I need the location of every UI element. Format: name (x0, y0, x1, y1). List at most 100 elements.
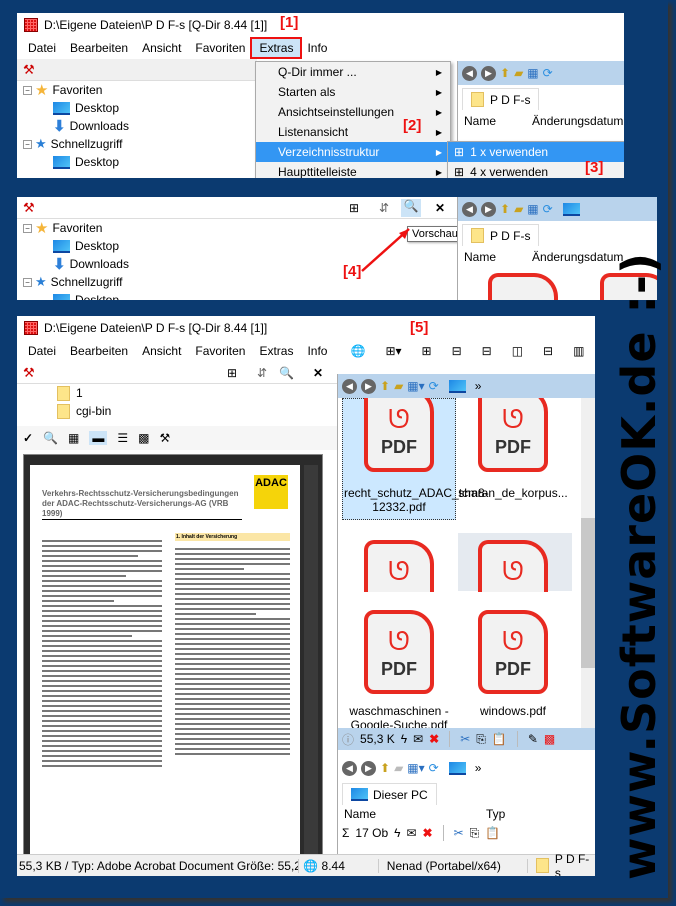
layout-4-icon[interactable]: ⊞ (415, 342, 439, 360)
new-folder-icon[interactable]: ▰ (514, 66, 523, 80)
forward-icon[interactable]: ▶ (361, 760, 376, 776)
desktop-icon[interactable] (448, 379, 466, 393)
hammer-icon[interactable]: ⚒ (23, 365, 35, 381)
file-name[interactable]: recht_schutz_ADAC_tcm8-12332.pdf (344, 486, 489, 514)
tab-pdf-s[interactable]: P D F-s (462, 88, 540, 110)
menu-ansicht[interactable]: Ansicht (135, 342, 188, 360)
col-name[interactable]: Name (458, 114, 496, 128)
cut-icon[interactable]: ✂ (454, 826, 464, 840)
tree-item-desktop-2[interactable]: Desktop (75, 155, 119, 169)
menu-extras[interactable]: Extras (250, 37, 303, 59)
view-icon[interactable]: ▦▾ (407, 379, 424, 393)
collapse-icon[interactable]: − (23, 277, 32, 287)
tab-dieser-pc[interactable]: Dieser PC (342, 783, 437, 805)
file-scrollbar[interactable] (581, 398, 595, 728)
sync-icon[interactable]: ⇵ (257, 366, 267, 380)
up-folder-icon[interactable]: ⬆ (380, 761, 390, 775)
pdf-file-icon[interactable]: ᘎ (478, 540, 548, 592)
info-icon[interactable]: ⓘ (342, 731, 354, 748)
more-icon[interactable]: » (475, 379, 482, 393)
paste-icon[interactable]: 📋 (492, 732, 507, 746)
mail-icon[interactable]: ✉ (413, 732, 423, 746)
desktop-icon[interactable] (448, 761, 466, 775)
back-icon[interactable]: ◀ (342, 378, 357, 394)
menu-info[interactable]: Info (300, 342, 334, 360)
mail-icon[interactable]: ✉ (406, 826, 416, 840)
layout-dropdown-icon[interactable]: ⊞▾ (378, 342, 408, 360)
menu-item-verzeichnisstruktur[interactable]: Verzeichnisstruktur ▶ (256, 142, 450, 162)
view-icon[interactable]: ▦ (527, 202, 538, 216)
layout-3b-icon[interactable]: ⊟ (475, 342, 499, 360)
flash-icon[interactable]: ϟ (401, 732, 407, 746)
rename-icon[interactable]: ✎ (528, 732, 538, 746)
close-icon[interactable]: ✕ (313, 366, 323, 380)
tab-pdf-s[interactable]: P D F-s (462, 224, 540, 246)
refresh-icon[interactable]: ⟳ (429, 761, 439, 775)
delete-icon[interactable]: ✖ (429, 732, 439, 746)
up-folder-icon[interactable]: ⬆ (380, 379, 390, 393)
tree-item-schnellzugriff[interactable]: Schnellzugriff (51, 275, 123, 289)
menu-favoriten[interactable]: Favoriten (188, 39, 252, 57)
pdf-file-icon[interactable]: ᘎ PDF (364, 398, 434, 472)
tree-item-favoriten[interactable]: Favoriten (52, 221, 102, 235)
tree-item-cgi-bin[interactable]: cgi-bin (76, 404, 111, 418)
col-typ[interactable]: Typ (376, 807, 505, 821)
collapse-icon[interactable]: − (23, 85, 32, 95)
new-folder-icon[interactable]: ▰ (394, 761, 403, 775)
file-name[interactable]: windows.pdf (458, 704, 568, 718)
col-name[interactable]: Name (458, 250, 496, 264)
col-name[interactable]: Name (338, 807, 376, 821)
view-icon[interactable]: ▦ (527, 66, 538, 80)
refresh-icon[interactable]: ⟳ (543, 202, 553, 216)
collapse-icon[interactable]: − (23, 139, 32, 149)
preview-toggle-icon[interactable]: 🔍 (401, 198, 421, 217)
file-name[interactable]: sharan_de_korpus... (458, 486, 568, 500)
cut-icon[interactable]: ✂ (460, 732, 470, 746)
hammer-icon[interactable]: ⚒ (23, 62, 35, 78)
paste-icon[interactable]: 📋 (485, 826, 500, 840)
pdf-file-icon[interactable]: ᘎ PDF (478, 610, 548, 694)
grid-icon[interactable]: ▩ (544, 732, 555, 746)
zoom-icon[interactable]: 🔍 (43, 431, 58, 445)
video-icon[interactable]: ▦ (68, 431, 79, 445)
delete-icon[interactable]: ✖ (423, 826, 433, 840)
preview-toggle-icon[interactable]: 🔍 (279, 366, 294, 380)
details-icon[interactable]: ☰ (117, 431, 128, 445)
file-name[interactable]: waschmaschinen - Google-Suche.pdf (344, 704, 454, 728)
back-icon[interactable]: ◀ (342, 760, 357, 776)
menu-item-haupttitelleiste[interactable]: Haupttitelleiste ▶ (256, 162, 450, 178)
tree-item-favoriten[interactable]: Favoriten (52, 83, 102, 97)
tree-item-1[interactable]: 1 (76, 386, 83, 400)
preview-scrollbar[interactable] (304, 465, 318, 860)
forward-icon[interactable]: ▶ (481, 65, 496, 81)
view-icon[interactable]: ▦▾ (407, 761, 424, 775)
layout-2h-icon[interactable]: ⊟ (536, 342, 560, 360)
menu-bearbeiten[interactable]: Bearbeiten (63, 39, 135, 57)
layout-icon[interactable]: ⊞ (227, 366, 237, 380)
tools-icon[interactable]: ⚒ (159, 431, 170, 445)
copy-icon[interactable]: ⎘ (470, 826, 480, 841)
check-icon[interactable]: ✓ (23, 431, 33, 445)
layout-3-icon[interactable]: ⊟ (445, 342, 469, 360)
menu-ansicht[interactable]: Ansicht (135, 39, 188, 57)
flash-icon[interactable]: ϟ (394, 826, 400, 840)
hammer-icon[interactable]: ⚒ (23, 200, 35, 216)
pdf-file-icon[interactable]: ᘎ (364, 540, 434, 592)
tree-item-downloads[interactable]: Downloads (70, 119, 129, 133)
media-icon[interactable]: ▩ (138, 431, 149, 445)
layout-4v-icon[interactable]: ▥ (566, 342, 591, 360)
col-date[interactable]: Änderungsdatum (496, 250, 623, 264)
up-folder-icon[interactable]: ⬆ (500, 66, 510, 80)
tree-item-desktop[interactable]: Desktop (75, 239, 119, 253)
menu-datei[interactable]: Datei (21, 39, 63, 57)
layout-2v-icon[interactable]: ◫ (505, 342, 530, 360)
new-folder-icon[interactable]: ▰ (514, 202, 523, 216)
refresh-icon[interactable]: ⟳ (543, 66, 553, 80)
menu-datei[interactable]: Datei (21, 342, 63, 360)
layout-icon[interactable]: ⊞ (349, 201, 359, 215)
menu-item-qdir-immer[interactable]: Q-Dir immer ... ▶ (256, 62, 450, 82)
tree-item-schnellzugriff[interactable]: Schnellzugriff (51, 137, 123, 151)
new-folder-icon[interactable]: ▰ (394, 379, 403, 393)
menu-favoriten[interactable]: Favoriten (188, 342, 252, 360)
tree-item-desktop[interactable]: Desktop (75, 101, 119, 115)
